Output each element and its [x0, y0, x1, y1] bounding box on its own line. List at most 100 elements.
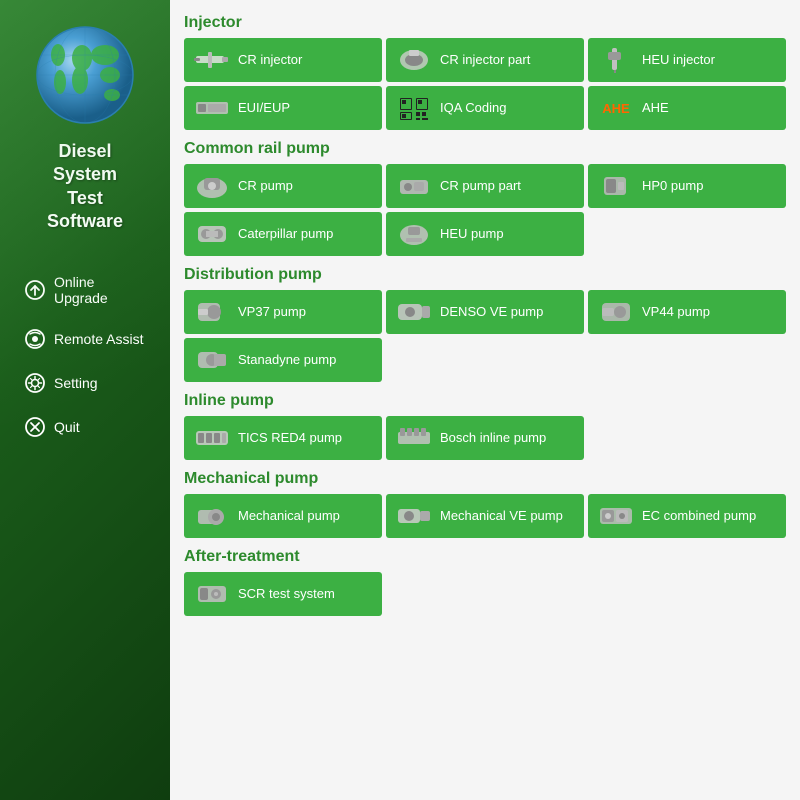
tics-red4-pump-cell[interactable]: TICS RED4 pump: [184, 416, 382, 460]
distribution-pump-grid-row2: Stanadyne pump: [184, 338, 786, 382]
eui-eup-icon: [194, 92, 230, 124]
mechanical-pump-label: Mechanical pump: [238, 508, 340, 524]
sidebar-menu: Online Upgrade Remote Assist Setting: [0, 264, 170, 448]
heu-pump-label: HEU pump: [440, 226, 504, 242]
ec-combined-pump-cell[interactable]: EC combined pump: [588, 494, 786, 538]
sidebar-item-quit[interactable]: Quit: [6, 406, 164, 448]
denso-ve-pump-icon: [396, 296, 432, 328]
empty-cell-6: [588, 572, 786, 616]
vp37-pump-cell[interactable]: VP37 pump: [184, 290, 382, 334]
injector-grid-row2: EUI/EUP: [184, 86, 786, 130]
sidebar-label-quit: Quit: [54, 419, 80, 435]
section-title-after-treatment: After-treatment: [184, 548, 786, 566]
empty-cell-1: [588, 212, 786, 256]
heu-injector-label: HEU injector: [642, 52, 715, 68]
injector-grid-row1: CR injector CR injector part HEU injecto…: [184, 38, 786, 82]
section-title-mechanical-pump: Mechanical pump: [184, 470, 786, 488]
empty-cell-2: [386, 338, 584, 382]
cr-pump-label: CR pump: [238, 178, 293, 194]
caterpillar-pump-icon: [194, 218, 230, 250]
ec-combined-pump-label: EC combined pump: [642, 508, 756, 524]
stanadyne-pump-label: Stanadyne pump: [238, 352, 336, 368]
sidebar: DieselSystemTestSoftware Online Upgrade …: [0, 0, 170, 800]
caterpillar-pump-label: Caterpillar pump: [238, 226, 333, 242]
ec-combined-pump-icon: [598, 500, 634, 532]
mechanical-ve-pump-icon: [396, 500, 432, 532]
hp0-pump-cell[interactable]: HP0 pump: [588, 164, 786, 208]
setting-icon: [24, 372, 46, 394]
section-title-inline-pump: Inline pump: [184, 392, 786, 410]
vp44-pump-icon: [598, 296, 634, 328]
bosch-inline-pump-cell[interactable]: Bosch inline pump: [386, 416, 584, 460]
remote-icon: [24, 328, 46, 350]
sidebar-label-setting: Setting: [54, 375, 98, 391]
empty-cell-4: [588, 416, 786, 460]
cr-injector-label: CR injector: [238, 52, 302, 68]
stanadyne-pump-cell[interactable]: Stanadyne pump: [184, 338, 382, 382]
cr-pump-part-cell[interactable]: CR pump part: [386, 164, 584, 208]
empty-cell-3: [588, 338, 786, 382]
bosch-inline-pump-label: Bosch inline pump: [440, 430, 546, 446]
cr-injector-icon: [194, 44, 230, 76]
vp44-pump-label: VP44 pump: [642, 304, 710, 320]
sidebar-item-remote-assist[interactable]: Remote Assist: [6, 318, 164, 360]
heu-injector-icon: [598, 44, 634, 76]
ahe-cell[interactable]: AHE AHE: [588, 86, 786, 130]
section-title-injector: Injector: [184, 14, 786, 32]
mechanical-pump-cell[interactable]: Mechanical pump: [184, 494, 382, 538]
ahe-label: AHE: [642, 100, 669, 116]
heu-injector-cell[interactable]: HEU injector: [588, 38, 786, 82]
cr-pump-cell[interactable]: CR pump: [184, 164, 382, 208]
vp44-pump-cell[interactable]: VP44 pump: [588, 290, 786, 334]
app-title: DieselSystemTestSoftware: [47, 140, 123, 234]
stanadyne-pump-icon: [194, 344, 230, 376]
cr-pump-icon: [194, 170, 230, 202]
sidebar-label-remote-assist: Remote Assist: [54, 331, 143, 347]
upgrade-icon: [24, 279, 46, 301]
main-content: Injector CR injector CR injector part HE…: [170, 0, 800, 800]
scr-test-system-icon: [194, 578, 230, 610]
distribution-pump-grid-row1: VP37 pump DENSO VE pump VP44 pump: [184, 290, 786, 334]
scr-test-system-cell[interactable]: SCR test system: [184, 572, 382, 616]
ahe-prefix-icon: AHE: [598, 92, 634, 124]
vp37-pump-label: VP37 pump: [238, 304, 306, 320]
vp37-pump-icon: [194, 296, 230, 328]
quit-icon: [24, 416, 46, 438]
heu-pump-cell[interactable]: HEU pump: [386, 212, 584, 256]
cr-pump-part-label: CR pump part: [440, 178, 521, 194]
tics-red4-pump-label: TICS RED4 pump: [238, 430, 342, 446]
mechanical-ve-pump-cell[interactable]: Mechanical VE pump: [386, 494, 584, 538]
scr-test-system-label: SCR test system: [238, 586, 335, 602]
hp0-pump-label: HP0 pump: [642, 178, 703, 194]
denso-ve-pump-label: DENSO VE pump: [440, 304, 543, 320]
sidebar-label-online-upgrade: Online Upgrade: [54, 274, 146, 306]
eui-eup-label: EUI/EUP: [238, 100, 290, 116]
common-rail-pump-grid-row1: CR pump CR pump part HP0 pump: [184, 164, 786, 208]
cr-injector-part-label: CR injector part: [440, 52, 530, 68]
mechanical-pump-icon: [194, 500, 230, 532]
denso-ve-pump-cell[interactable]: DENSO VE pump: [386, 290, 584, 334]
cr-injector-part-cell[interactable]: CR injector part: [386, 38, 584, 82]
inline-pump-grid-row1: TICS RED4 pump Bosch inline pump: [184, 416, 786, 460]
iqa-coding-cell[interactable]: IQA Coding: [386, 86, 584, 130]
iqa-coding-label: IQA Coding: [440, 100, 507, 116]
section-title-distribution-pump: Distribution pump: [184, 266, 786, 284]
hp0-pump-icon: [598, 170, 634, 202]
section-title-common-rail-pump: Common rail pump: [184, 140, 786, 158]
mechanical-pump-grid-row1: Mechanical pump Mechanical VE pump EC co…: [184, 494, 786, 538]
globe-icon: [30, 20, 140, 130]
sidebar-item-setting[interactable]: Setting: [6, 362, 164, 404]
mechanical-ve-pump-label: Mechanical VE pump: [440, 508, 563, 524]
cr-injector-part-icon: [396, 44, 432, 76]
eui-eup-cell[interactable]: EUI/EUP: [184, 86, 382, 130]
caterpillar-pump-cell[interactable]: Caterpillar pump: [184, 212, 382, 256]
cr-injector-cell[interactable]: CR injector: [184, 38, 382, 82]
heu-pump-icon: [396, 218, 432, 250]
after-treatment-grid-row1: SCR test system: [184, 572, 786, 616]
sidebar-item-online-upgrade[interactable]: Online Upgrade: [6, 264, 164, 316]
iqa-coding-icon: [396, 92, 432, 124]
cr-pump-part-icon: [396, 170, 432, 202]
empty-cell-5: [386, 572, 584, 616]
common-rail-pump-grid-row2: Caterpillar pump HEU pump: [184, 212, 786, 256]
tics-red4-pump-icon: [194, 422, 230, 454]
